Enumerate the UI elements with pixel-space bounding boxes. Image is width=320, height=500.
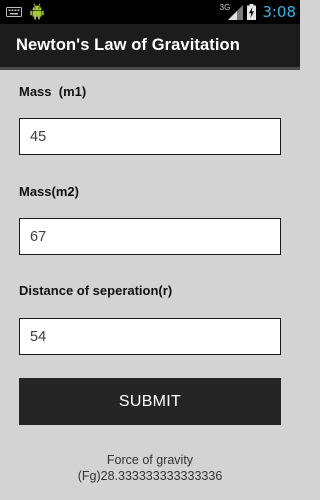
distance-label: Distance of seperation(r)	[19, 283, 173, 298]
mass2-input[interactable]	[19, 218, 281, 255]
distance-input[interactable]	[19, 318, 281, 355]
result-caption: Force of gravity	[106, 453, 194, 467]
status-clock: 3:08	[262, 3, 296, 21]
network-type-label: 3G	[219, 2, 231, 12]
force-result: Force of gravity (Fg)28.333333333333336	[60, 452, 240, 484]
notification-icons	[6, 3, 44, 20]
keyboard-icon	[6, 6, 22, 17]
system-icons: 3G 3:08	[220, 0, 296, 24]
app-title: Newton's Law of Gravitation	[16, 36, 240, 54]
status-bar: 3G 3:08	[0, 0, 300, 24]
result-value: (Fg)28.333333333333336	[77, 469, 223, 483]
battery-charging-icon	[247, 4, 257, 20]
signal-icon	[228, 4, 244, 20]
mass1-input[interactable]	[19, 118, 281, 155]
action-bar: Newton's Law of Gravitation	[0, 24, 300, 70]
android-icon	[30, 3, 44, 20]
submit-button[interactable]: SUBMIT	[19, 378, 281, 425]
mass2-label: Mass(m2)	[19, 184, 79, 199]
mass1-label: Mass (m1)	[19, 84, 87, 99]
